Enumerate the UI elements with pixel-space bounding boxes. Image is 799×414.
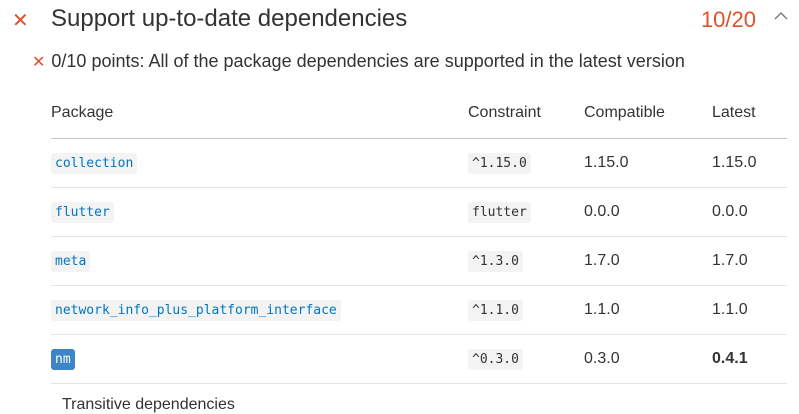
compatible-version: 1.7.0 (584, 236, 712, 286)
constraint-value: ^1.15.0 (468, 153, 531, 174)
column-header-package: Package (51, 88, 468, 139)
dependencies-table: Package Constraint Compatible Latest col… (51, 88, 787, 384)
latest-version: 1.7.0 (712, 236, 787, 286)
table-header-row: Package Constraint Compatible Latest (51, 88, 787, 139)
constraint-value: ^1.3.0 (468, 251, 523, 272)
section-title: Support up-to-date dependencies (51, 5, 408, 32)
cross-icon: ✕ (32, 54, 46, 71)
compatible-version: 0.0.0 (584, 187, 712, 237)
summary-line: ✕ 0/10 points: All of the package depende… (32, 51, 685, 72)
column-header-constraint: Constraint (468, 88, 584, 139)
compatible-version: 0.3.0 (584, 334, 712, 384)
column-header-latest: Latest (712, 88, 787, 139)
latest-version: 0.4.1 (712, 334, 787, 384)
score-badge: 10/20 (700, 7, 756, 32)
latest-version: 1.1.0 (712, 285, 787, 335)
package-link[interactable]: network_info_plus_platform_interface (51, 300, 341, 321)
package-link[interactable]: flutter (51, 202, 114, 223)
table-row: flutter flutter 0.0.0 0.0.0 (51, 187, 787, 237)
package-link[interactable]: collection (51, 153, 138, 174)
table-row: network_info_plus_platform_interface ^1.… (51, 285, 787, 335)
package-link[interactable]: meta (51, 251, 91, 272)
table-row: meta ^1.3.0 1.7.0 1.7.0 (51, 236, 787, 286)
table-row: collection ^1.15.0 1.15.0 1.15.0 (51, 138, 787, 188)
cross-icon: ✕ (12, 10, 29, 32)
table-row: nm ^0.3.0 0.3.0 0.4.1 (51, 334, 787, 384)
latest-version: 0.0.0 (712, 187, 787, 237)
package-link[interactable]: nm (51, 349, 75, 370)
section-header[interactable]: ✕ Support up-to-date dependencies 10/20 (0, 0, 799, 44)
compatible-version: 1.15.0 (584, 138, 712, 188)
constraint-value: ^1.1.0 (468, 300, 523, 321)
summary-text: 0/10 points: All of the package dependen… (51, 51, 685, 71)
chevron-up-icon[interactable] (773, 8, 789, 24)
latest-version: 1.15.0 (712, 138, 787, 188)
column-header-compatible: Compatible (584, 88, 712, 139)
constraint-value: flutter (468, 202, 531, 223)
constraint-value: ^0.3.0 (468, 349, 523, 370)
transitive-dependencies-toggle[interactable]: Transitive dependencies (62, 396, 235, 414)
compatible-version: 1.1.0 (584, 285, 712, 335)
